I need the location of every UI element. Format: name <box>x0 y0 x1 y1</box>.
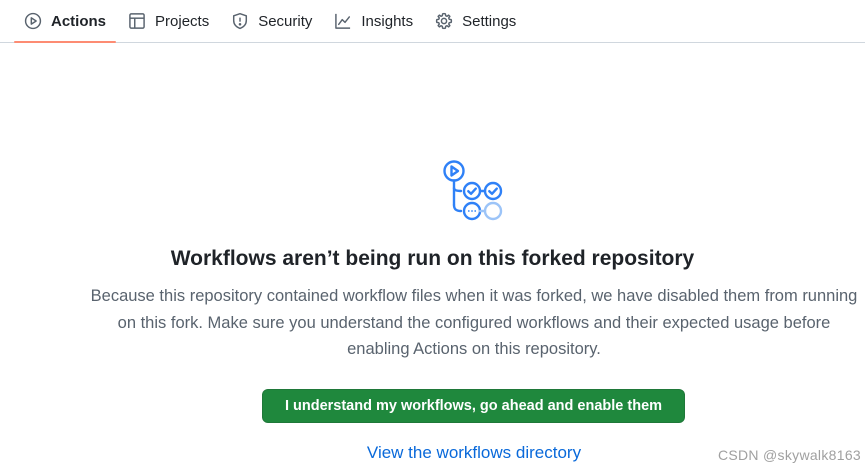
tab-label: Projects <box>155 12 210 30</box>
empty-state-description: Because this repository contained workfl… <box>90 287 858 358</box>
play-icon <box>24 12 42 30</box>
tab-label: Actions <box>51 12 107 30</box>
tab-insights[interactable]: Insights <box>324 0 423 42</box>
tab-label: Settings <box>462 12 517 30</box>
watermark: CSDN @skywalk8163 <box>717 447 861 463</box>
tab-settings[interactable]: Settings <box>425 0 526 42</box>
gear-icon <box>435 12 453 30</box>
workflow-icon <box>440 156 506 222</box>
tab-label: Insights <box>361 12 414 30</box>
tab-security[interactable]: Security <box>221 0 322 42</box>
enable-workflows-button[interactable]: I understand my workflows, go ahead and … <box>262 389 685 423</box>
tab-label: Security <box>258 12 313 30</box>
tab-actions[interactable]: Actions <box>14 0 117 43</box>
page: Actions Projects Security Insights Setti… <box>0 0 865 471</box>
empty-state-title: Workflows aren’t being run on this forke… <box>170 247 695 270</box>
table-icon <box>128 12 146 30</box>
graph-icon <box>334 12 352 30</box>
tab-projects[interactable]: Projects <box>118 0 219 42</box>
shield-icon <box>231 12 249 30</box>
repo-tab-bar: Actions Projects Security Insights Setti… <box>0 0 865 43</box>
